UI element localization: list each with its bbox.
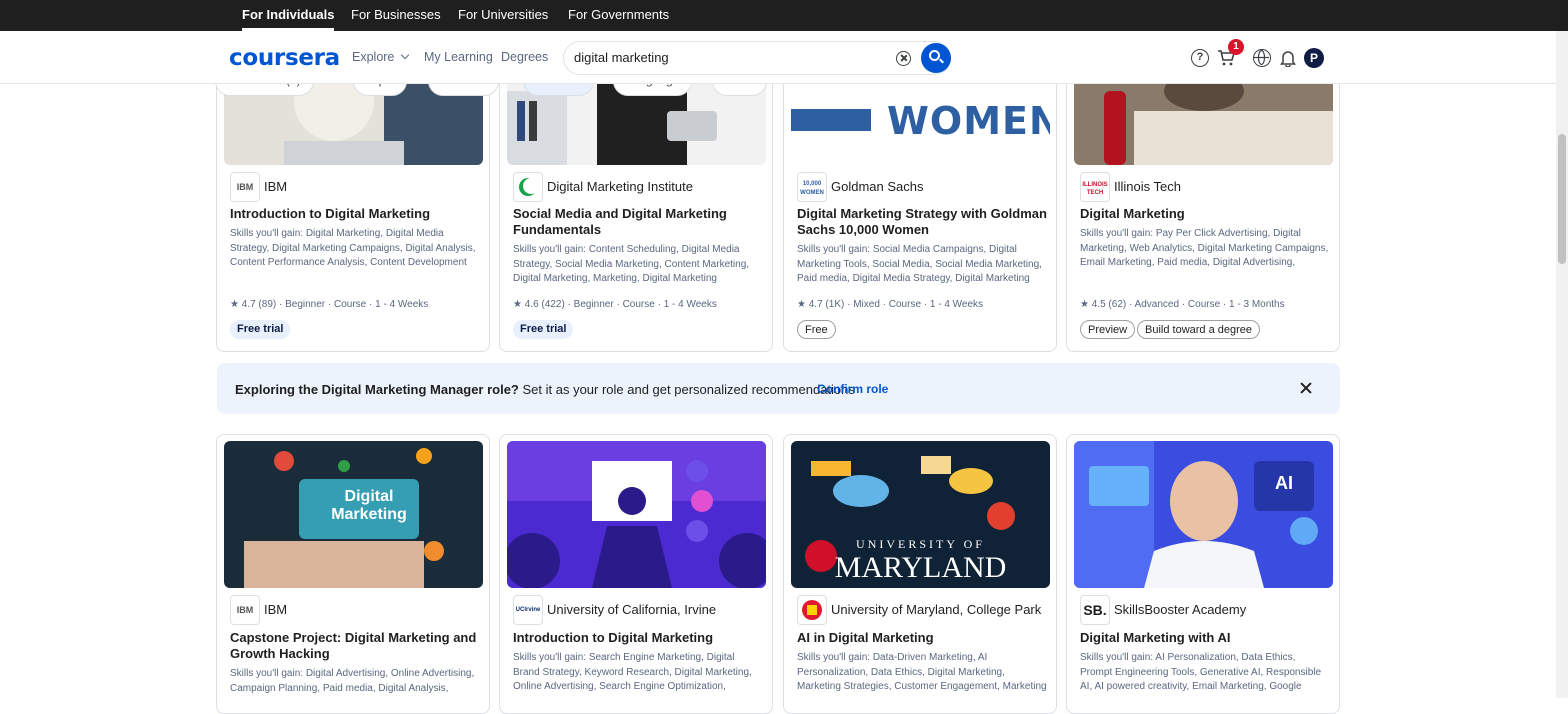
audience-bar: For Individuals For Businesses For Unive…: [0, 0, 1568, 31]
partner-name: Digital Marketing Institute: [547, 179, 693, 194]
explore-label: Explore: [352, 50, 395, 64]
image-block: [791, 109, 871, 131]
course-image: Digital Marketing: [224, 441, 483, 588]
free-trial-tag: Free trial: [513, 320, 574, 339]
course-title[interactable]: Introduction to Digital Marketing: [230, 206, 480, 222]
image-text-top: UNIVERSITY OF: [856, 537, 985, 551]
partner-logo: UCIrvine: [513, 595, 543, 625]
search-box: [563, 41, 951, 75]
free-trial-tag: Free trial: [230, 320, 291, 339]
free-tag: Free: [797, 320, 836, 339]
degrees-link[interactable]: Degrees: [501, 50, 548, 64]
course-skills: Skills you'll gain: Search Engine Market…: [513, 652, 752, 692]
avatar[interactable]: P: [1304, 48, 1324, 68]
search-icon-handle: [939, 58, 944, 64]
course-card[interactable]: ILLINOIS TECH Illinois Tech Digital Mark…: [1066, 70, 1340, 352]
main-header: coursera Explore My Learning Degrees ? 1…: [0, 31, 1556, 84]
course-title[interactable]: Digital Marketing: [1080, 206, 1330, 222]
course-image: AI: [1074, 441, 1333, 588]
course-title[interactable]: Digital Marketing with AI: [1080, 630, 1330, 646]
cart-count-badge: 1: [1228, 39, 1244, 55]
course-image: UNIVERSITY OF MARYLAND: [791, 441, 1050, 588]
course-title[interactable]: Capstone Project: Digital Marketing and …: [230, 630, 480, 662]
filter-courses-chip[interactable]: Courses: [523, 84, 594, 96]
course-meta: ★ 4.5 (62) · Advanced · Course · 1 - 3 M…: [1080, 299, 1285, 310]
partner-logo: ILLINOIS TECH: [1080, 172, 1110, 202]
tag-row: Preview Build toward a degree: [1080, 320, 1330, 340]
bell-icon[interactable]: [1280, 49, 1298, 68]
role-question: Exploring the Digital Marketing Manager …: [235, 382, 519, 397]
partner-name: SkillsBooster Academy: [1114, 602, 1247, 617]
partner-name: IBM: [264, 602, 288, 617]
course-skills: Skills you'll gain: Digital Advertising,…: [230, 668, 475, 694]
image-text-bottom: MARYLAND: [834, 551, 1007, 584]
partner-logo: [513, 172, 543, 202]
course-meta: ★ 4.7 (89) · Beginner · Course · 1 - 4 W…: [230, 299, 429, 310]
course-title[interactable]: Social Media and Digital Marketing Funda…: [513, 206, 763, 238]
scrollbar-thumb[interactable]: [1558, 134, 1566, 264]
course-skills: Skills you'll gain: AI Personalization, …: [1080, 652, 1322, 692]
partner-logo: [797, 595, 827, 625]
explore-menu[interactable]: Explore: [352, 50, 410, 64]
partner-logo: 10,000 WOMEN: [797, 172, 827, 202]
my-learning-link[interactable]: My Learning: [424, 50, 493, 64]
partner-name: University of California, Irvine: [547, 602, 717, 617]
tab-for-businesses[interactable]: For Businesses: [351, 0, 441, 31]
filter-duration-chip[interactable]: Duration: [428, 84, 500, 96]
partner-logo: SB.: [1080, 595, 1110, 625]
filter-bar: Filter Lists (3) Topic Duration Courses …: [215, 84, 1345, 98]
course-card[interactable]: IBM IBM Introduction to Digital Marketin…: [216, 70, 490, 352]
course-meta: ★ 4.7 (1K) · Mixed · Course · 1 - 4 Week…: [797, 299, 984, 310]
image-text: AI: [1275, 473, 1293, 493]
filter-topic-chip[interactable]: Topic: [353, 84, 408, 96]
clear-search-icon[interactable]: [896, 51, 911, 66]
course-card[interactable]: WOMEN 10,000 WOMEN Goldman Sachs Digital…: [783, 70, 1057, 352]
partner-name: Goldman Sachs: [831, 179, 924, 194]
coursera-logo[interactable]: coursera: [229, 45, 340, 71]
tab-for-governments[interactable]: For Governments: [568, 0, 669, 31]
chevron-down-icon: [401, 50, 410, 60]
filter-level-chip[interactable]: Level: [712, 84, 767, 96]
course-skills: Skills you'll gain: Data-Driven Marketin…: [797, 652, 1047, 692]
close-icon[interactable]: [1299, 381, 1313, 395]
help-icon[interactable]: ?: [1191, 49, 1209, 67]
course-image: [507, 441, 766, 588]
course-title[interactable]: Digital Marketing Strategy with Goldman …: [797, 206, 1047, 238]
search-button[interactable]: [921, 43, 951, 73]
course-card[interactable]: AI SB. SkillsBooster Academy Digital Mar…: [1066, 434, 1340, 714]
partner-name: IBM: [264, 179, 288, 194]
course-title[interactable]: AI in Digital Marketing: [797, 630, 1047, 646]
partner-name: Illinois Tech: [1114, 179, 1181, 194]
course-meta: ★ 4.6 (422) · Beginner · Course · 1 - 4 …: [513, 299, 717, 310]
partner-logo: IBM: [230, 595, 260, 625]
role-banner-text: Exploring the Digital Marketing Manager …: [235, 382, 855, 397]
course-card[interactable]: UNIVERSITY OF MARYLAND University of Mar…: [783, 434, 1057, 714]
image-text: Digital Marketing: [331, 488, 407, 523]
course-card[interactable]: UCIrvine University of California, Irvin…: [499, 434, 773, 714]
course-skills: Skills you'll gain: Digital Marketing, D…: [230, 228, 476, 268]
partner-name: University of Maryland, College Park: [831, 602, 1042, 617]
clear-all-button[interactable]: Clear all: [793, 84, 862, 96]
preview-tag: Preview: [1080, 320, 1136, 339]
course-card[interactable]: Digital Marketing Institute Social Media…: [499, 70, 773, 352]
course-skills: Skills you'll gain: Pay Per Click Advert…: [1080, 228, 1329, 268]
image-text: WOMEN: [887, 99, 1050, 143]
course-card[interactable]: Digital Marketing IBM IBM Capstone Proje…: [216, 434, 490, 714]
filter-lists-chip[interactable]: Filter Lists (3): [215, 84, 314, 96]
tab-for-universities[interactable]: For Universities: [458, 0, 548, 31]
filter-language-chip[interactable]: Language: [613, 84, 693, 96]
search-input[interactable]: [574, 50, 874, 65]
role-banner: Exploring the Digital Marketing Manager …: [217, 363, 1340, 414]
course-title[interactable]: Introduction to Digital Marketing: [513, 630, 763, 646]
tab-for-individuals[interactable]: For Individuals: [242, 0, 335, 31]
course-skills: Skills you'll gain: Content Scheduling, …: [513, 244, 750, 284]
role-prompt: Set it as your role and get personalized…: [518, 382, 855, 397]
confirm-role-button[interactable]: Confirm role: [817, 382, 888, 396]
build-toward-degree-tag: Build toward a degree: [1137, 320, 1261, 339]
page-scrollbar[interactable]: [1556, 31, 1568, 698]
globe-icon[interactable]: [1253, 49, 1271, 67]
partner-logo: IBM: [230, 172, 260, 202]
course-skills: Skills you'll gain: Social Media Campaig…: [797, 244, 1042, 284]
